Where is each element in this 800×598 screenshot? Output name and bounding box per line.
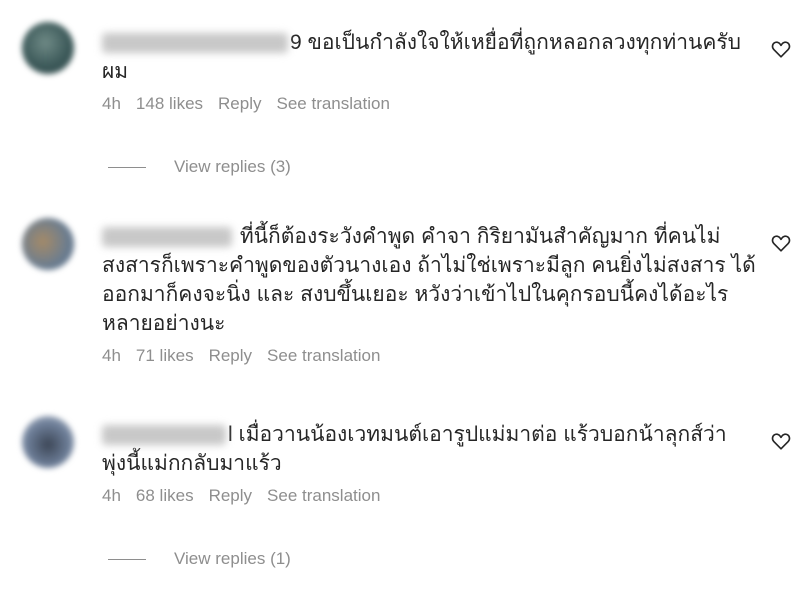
username-suffix: l (228, 423, 233, 446)
reply-button[interactable]: Reply (209, 486, 252, 506)
view-replies-button[interactable]: View replies (1) (108, 549, 291, 569)
reply-button[interactable]: Reply (209, 346, 252, 366)
comment-time: 4h (102, 346, 121, 365)
username-suffix: 9 (290, 31, 302, 54)
username[interactable]: username_l (102, 425, 226, 446)
see-translation-link[interactable]: See translation (267, 486, 380, 506)
comment-meta: 4h 148 likes Reply See translation (102, 94, 762, 114)
view-replies-button[interactable]: View replies (3) (108, 157, 291, 177)
comment-meta: 4h 68 likes Reply See translation (102, 486, 742, 506)
comment-text: username_ll เมื่อวานน้องเวทมนต์เอารูปแม่… (102, 420, 742, 478)
view-replies-label: View replies (1) (174, 549, 291, 568)
comment-text: lil_username_99 ขอเป็นกำลังใจให้เหยื่อที… (102, 28, 762, 86)
likes-count[interactable]: 71 likes (136, 346, 194, 366)
view-replies-label: View replies (3) (174, 157, 291, 176)
divider-line (108, 558, 146, 560)
reply-button[interactable]: Reply (218, 94, 261, 114)
heart-icon[interactable] (770, 38, 792, 60)
comment-time: 4h (102, 94, 121, 113)
comment-meta: 4h 71 likes Reply See translation (102, 346, 756, 366)
avatar[interactable] (22, 22, 74, 74)
likes-count[interactable]: 68 likes (136, 486, 194, 506)
comment-text: username_2000 ที่นี้ก็ต้องระวังคำพูด คำจ… (102, 222, 756, 338)
divider-line (108, 166, 146, 168)
see-translation-link[interactable]: See translation (267, 346, 380, 366)
see-translation-link[interactable]: See translation (277, 94, 390, 114)
username[interactable]: username_2000 (102, 227, 232, 248)
heart-icon[interactable] (770, 430, 792, 452)
likes-count[interactable]: 148 likes (136, 94, 203, 114)
avatar[interactable] (22, 218, 74, 270)
username[interactable]: lil_username_9 (102, 33, 288, 54)
heart-icon[interactable] (770, 232, 792, 254)
comment-time: 4h (102, 486, 121, 505)
avatar[interactable] (22, 416, 74, 468)
